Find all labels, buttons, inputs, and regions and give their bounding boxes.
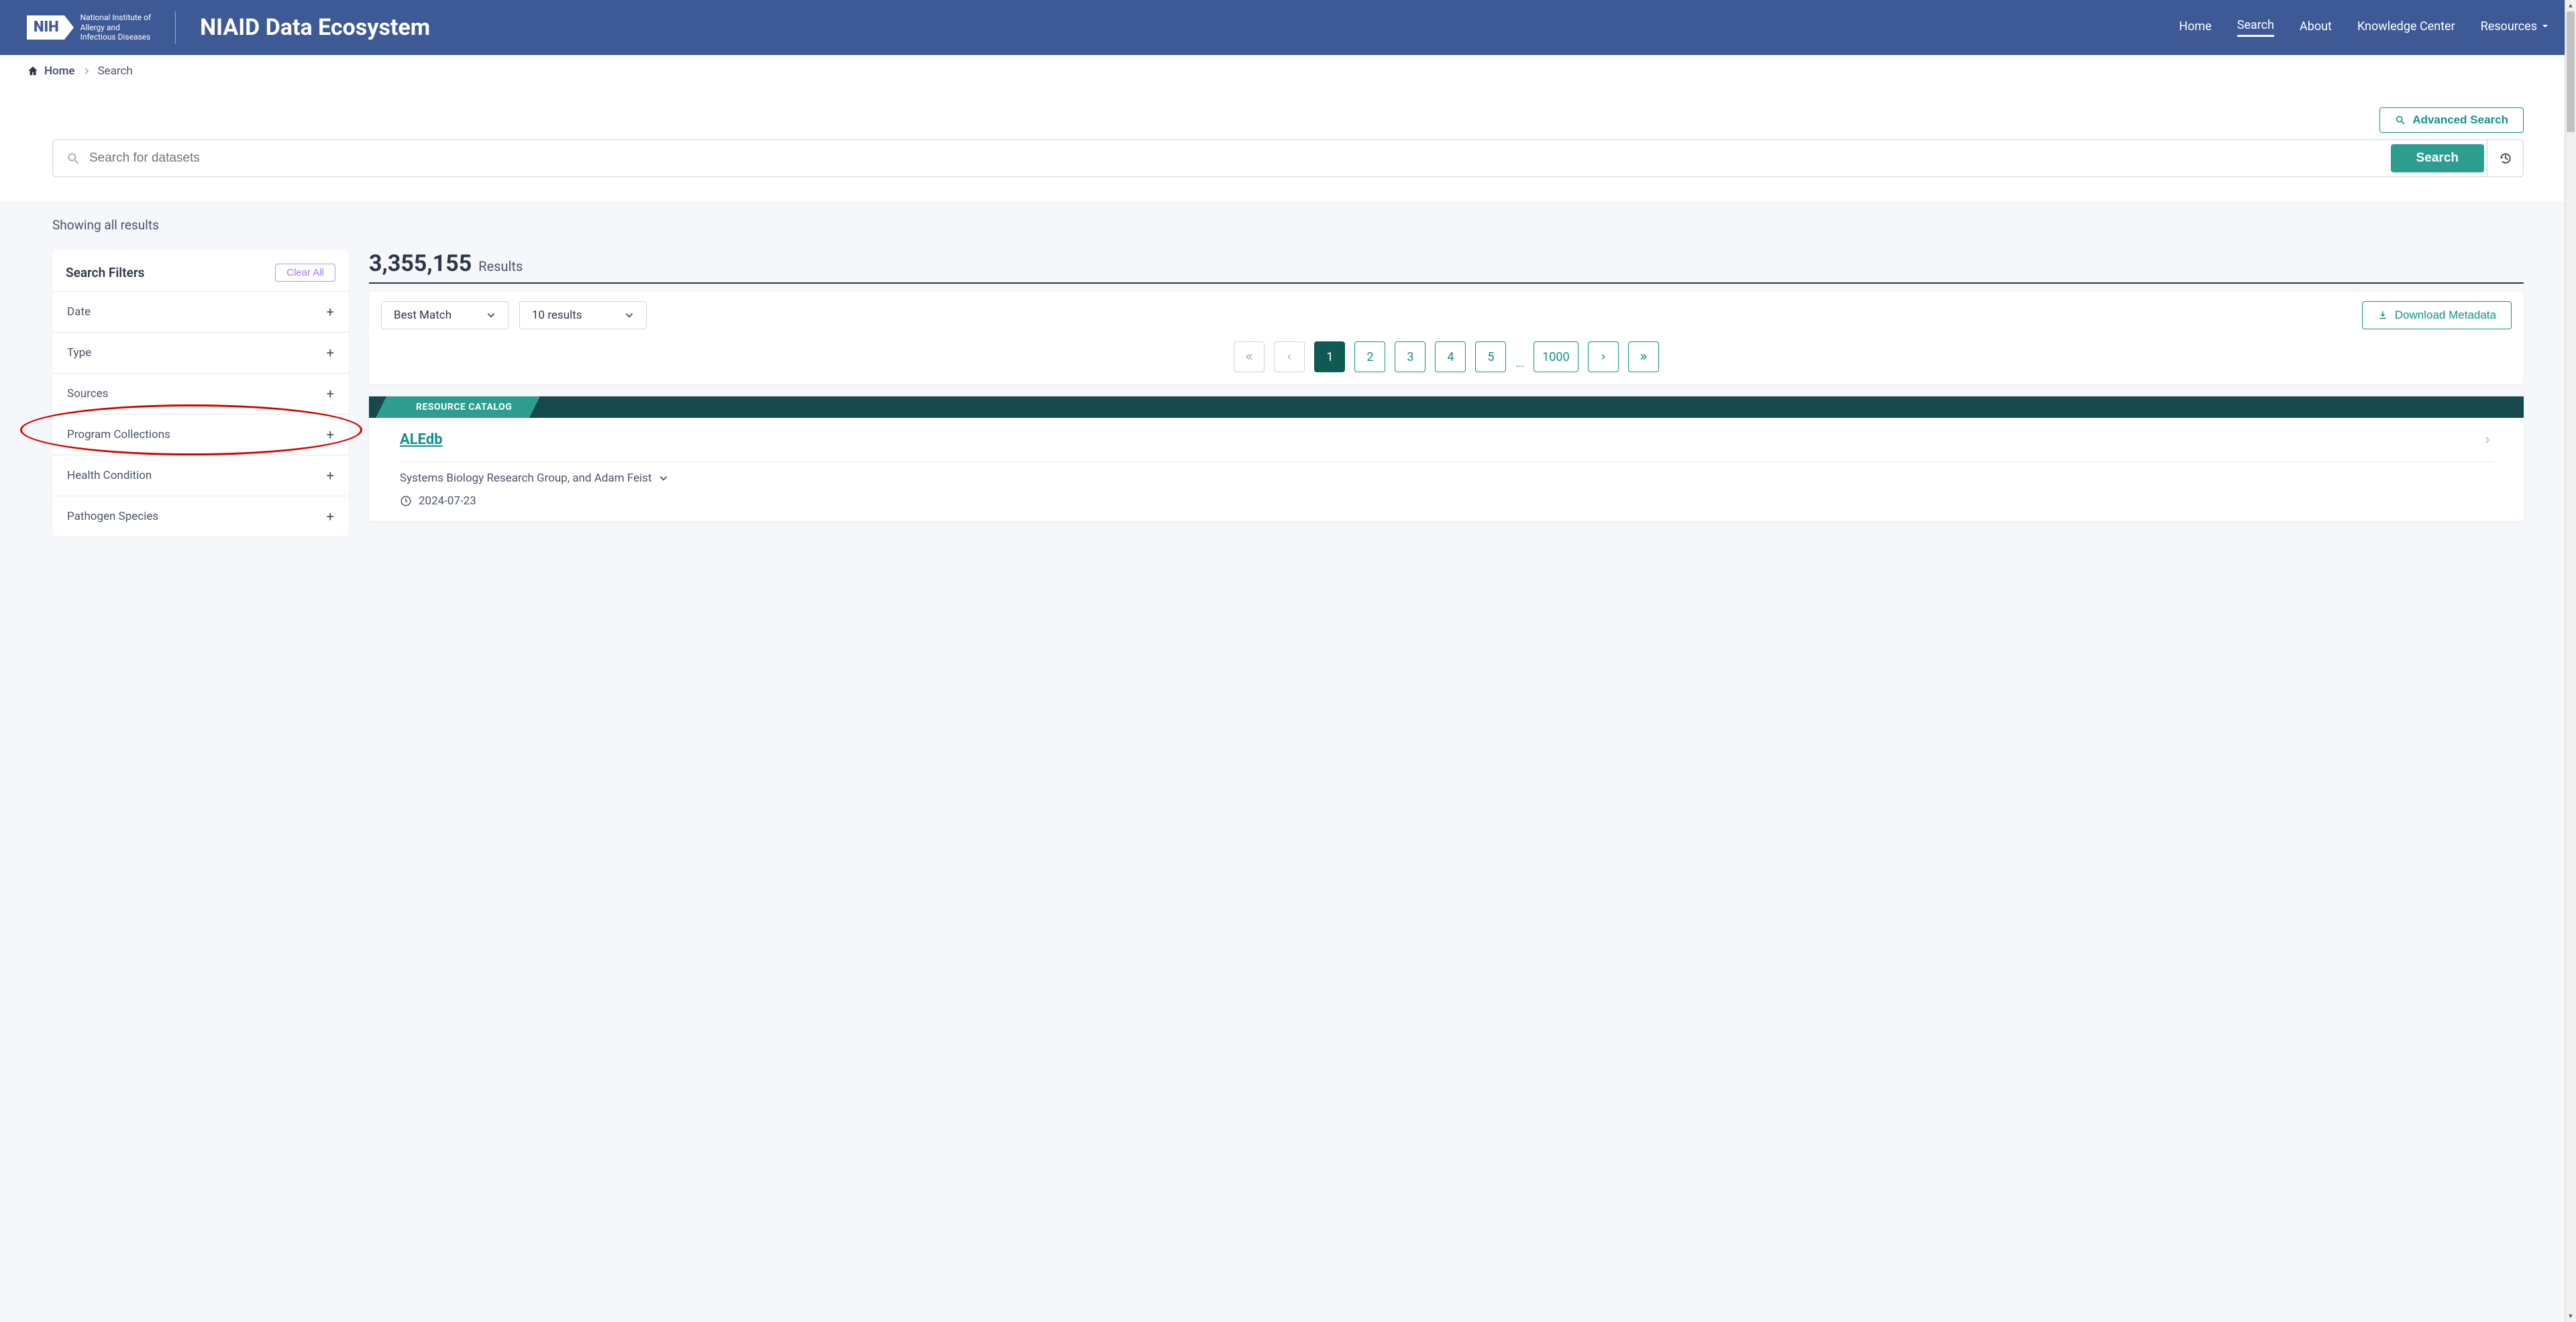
result-title-link[interactable]: ALEdb [400, 431, 443, 448]
sort-value: Best Match [394, 309, 451, 322]
app-title: NIAID Data Ecosystem [200, 14, 430, 41]
breadcrumb-home-label: Home [44, 64, 75, 78]
advanced-search-button[interactable]: Advanced Search [2379, 107, 2524, 133]
caret-down-icon [2541, 22, 2549, 30]
filter-label: Date [67, 305, 91, 319]
search-button[interactable]: Search [2391, 144, 2484, 172]
nih-abbrev: NIH [34, 19, 59, 36]
search-area: Advanced Search Search [0, 87, 2576, 201]
plus-icon: + [327, 427, 334, 443]
chevron-right-icon[interactable] [2482, 435, 2493, 445]
pagination: 1 2 3 4 5 ... 1000 [381, 341, 2512, 372]
nav-resources-label: Resources [2481, 19, 2537, 34]
app-header: NIH National Institute of Allergy and In… [0, 0, 2576, 55]
breadcrumb-current: Search [98, 64, 133, 78]
catalog-tab: RESOURCE CATALOG [386, 396, 529, 418]
search-icon [66, 152, 80, 165]
chevron-down-icon [625, 311, 634, 320]
result-card: RESOURCE CATALOG ALEdb Systems Biology R… [369, 396, 2524, 521]
breadcrumb-home[interactable]: Home [27, 64, 75, 78]
page-first-button[interactable] [1234, 341, 1265, 372]
filter-label: Sources [67, 387, 108, 400]
filter-sources[interactable]: Sources + [52, 373, 349, 414]
page-2-button[interactable]: 2 [1354, 341, 1385, 372]
plus-icon: + [327, 345, 334, 361]
plus-icon: + [327, 386, 334, 402]
per-page-select[interactable]: 10 results [519, 301, 647, 329]
result-authors: Systems Biology Research Group, and Adam… [400, 472, 652, 485]
scroll-down-icon[interactable]: ▼ [2565, 1311, 2576, 1322]
page-ellipsis: ... [1515, 357, 1524, 372]
search-input[interactable] [89, 151, 2375, 166]
filters-title: Search Filters [66, 265, 144, 280]
sort-select[interactable]: Best Match [381, 301, 508, 329]
nav-search[interactable]: Search [2237, 18, 2274, 37]
filter-label: Type [67, 346, 91, 360]
plus-icon: + [327, 467, 334, 484]
filter-program-collections[interactable]: Program Collections + [52, 414, 349, 455]
result-date: 2024-07-23 [419, 494, 476, 508]
chevron-down-icon [659, 474, 668, 483]
search-history-button[interactable] [2487, 140, 2523, 176]
per-page-value: 10 results [532, 309, 582, 322]
nih-logo[interactable]: NIH National Institute of Allergy and In… [27, 13, 151, 42]
results-header: 3,355,155 Results [369, 250, 2524, 284]
search-bar: Search [52, 140, 2524, 177]
nav-home[interactable]: Home [2179, 18, 2211, 37]
chevron-down-icon [486, 311, 496, 320]
plus-icon: + [327, 304, 334, 320]
page-last-number-button[interactable]: 1000 [1534, 341, 1578, 372]
nav-about[interactable]: About [2300, 18, 2332, 37]
controls-card: Best Match 10 results [369, 292, 2524, 384]
home-icon [27, 65, 39, 77]
filter-health-condition[interactable]: Health Condition + [52, 455, 349, 496]
filter-pathogen-species[interactable]: Pathogen Species + [52, 496, 349, 537]
catalog-banner: RESOURCE CATALOG [369, 396, 2524, 418]
advanced-search-label: Advanced Search [2412, 113, 2508, 127]
filters-panel: Search Filters Clear All Date + Type + S… [52, 250, 349, 537]
logo-block: NIH National Institute of Allergy and In… [27, 11, 430, 44]
scroll-up-icon[interactable]: ▲ [2565, 0, 2576, 11]
page-next-button[interactable] [1588, 341, 1619, 372]
showing-text: Showing all results [52, 217, 2524, 233]
download-label: Download Metadata [2395, 309, 2496, 322]
results-panel: 3,355,155 Results Best Match 10 results [369, 250, 2524, 521]
search-icon [2395, 115, 2406, 125]
nav-knowledge-center[interactable]: Knowledge Center [2357, 18, 2455, 37]
content-area: Showing all results Search Filters Clear… [0, 201, 2576, 553]
results-count: 3,355,155 [369, 250, 472, 277]
plus-icon: + [327, 508, 334, 525]
chevron-right-icon [83, 64, 90, 78]
page-4-button[interactable]: 4 [1435, 341, 1466, 372]
result-date-row: 2024-07-23 [400, 494, 2493, 508]
page-1-button[interactable]: 1 [1314, 341, 1345, 372]
page-5-button[interactable]: 5 [1475, 341, 1506, 372]
filter-label: Health Condition [67, 469, 152, 482]
filter-type[interactable]: Type + [52, 332, 349, 373]
top-nav: Home Search About Knowledge Center Resou… [2179, 18, 2549, 37]
results-label: Results [478, 258, 523, 274]
nav-resources[interactable]: Resources [2481, 18, 2549, 37]
nih-chevron-icon [64, 15, 74, 40]
filter-label: Pathogen Species [67, 510, 158, 523]
scrollbar[interactable]: ▲ ▼ [2565, 0, 2576, 1322]
clear-all-button[interactable]: Clear All [275, 264, 335, 282]
clock-icon [400, 495, 412, 507]
page-last-button[interactable] [1628, 341, 1659, 372]
filter-date[interactable]: Date + [52, 291, 349, 332]
header-divider [175, 11, 176, 44]
result-authors-row[interactable]: Systems Biology Research Group, and Adam… [400, 472, 2493, 485]
download-metadata-button[interactable]: Download Metadata [2362, 301, 2512, 329]
history-icon [2499, 152, 2512, 165]
nih-org-text: National Institute of Allergy and Infect… [80, 13, 152, 42]
page-3-button[interactable]: 3 [1395, 341, 1426, 372]
page-prev-button[interactable] [1274, 341, 1305, 372]
download-icon [2377, 310, 2388, 321]
breadcrumb: Home Search [0, 55, 2576, 87]
filter-label: Program Collections [67, 428, 170, 441]
divider [400, 461, 2493, 462]
scrollbar-thumb[interactable] [2567, 11, 2575, 132]
